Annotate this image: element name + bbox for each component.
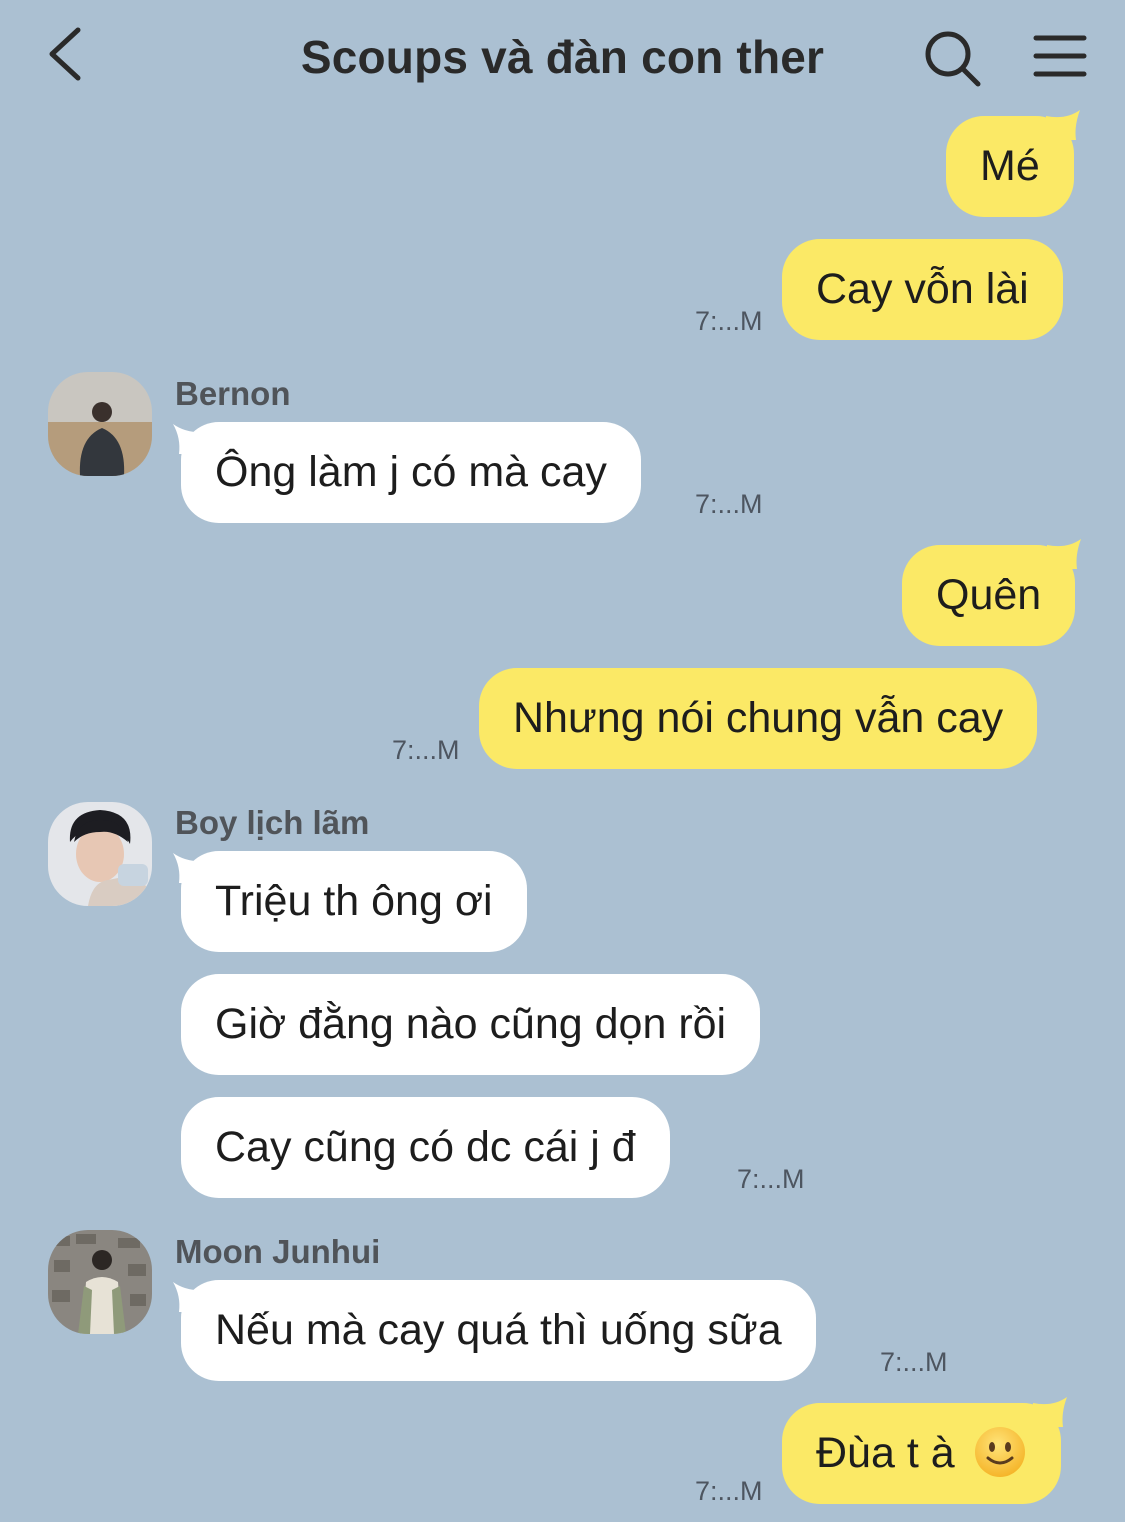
my-message-bubble[interactable]: Đùa t à <box>782 1397 1067 1504</box>
my-message-bubble[interactable]: Quên <box>902 539 1082 646</box>
bubble-tail <box>1045 110 1080 140</box>
my-message-bubble[interactable]: Mé <box>946 110 1080 217</box>
bubble-tail <box>173 1282 207 1312</box>
message-text: Nếu mà cay quá thì uống sữa <box>215 1306 782 1354</box>
message-timestamp: 7:...M <box>695 306 763 336</box>
sender-name: Moon Junhui <box>175 1233 381 1270</box>
message-text: Giờ đằng nào cũng dọn rồi <box>215 1000 727 1048</box>
back-button[interactable] <box>40 22 96 86</box>
bubble-tail <box>173 853 207 883</box>
message-timestamp: 7:...M <box>695 489 763 519</box>
their-message-bubble[interactable]: Giờ đằng nào cũng dọn rồi <box>181 974 761 1075</box>
message-timestamp: 7:...M <box>737 1164 805 1194</box>
avatar-image <box>48 802 152 906</box>
avatar-bernon[interactable] <box>48 372 152 476</box>
their-message-bubble[interactable]: Ông làm j có mà cay <box>173 422 641 523</box>
message-timestamp: 7:...M <box>392 735 460 765</box>
my-message-bubble[interactable]: Nhưng nói chung vẫn cay <box>479 668 1038 769</box>
message-text: Triệu th ông ơi <box>215 877 493 925</box>
message-text: Cay cũng có dc cái j đ <box>215 1123 636 1171</box>
chat-screen: Scoups và đàn con ther Mé Cay vỗn lài 7:… <box>0 0 1125 1522</box>
hamburger-menu-icon <box>1033 35 1087 77</box>
their-message-bubble[interactable]: Triệu th ông ơi <box>173 851 527 952</box>
message-text: Ông làm j có mà cay <box>215 448 607 496</box>
chevron-left-icon <box>49 27 81 81</box>
message-text: Mé <box>980 142 1040 190</box>
their-message-bubble[interactable]: Nếu mà cay quá thì uống sữa <box>173 1280 816 1381</box>
my-message-bubble[interactable]: Cay vỗn lài <box>782 239 1063 340</box>
message-text: Quên <box>936 571 1042 619</box>
message-text: Đùa t à <box>816 1429 955 1477</box>
chat-title: Scoups và đàn con ther <box>300 31 825 83</box>
message-text: Cay vỗn lài <box>816 265 1029 313</box>
avatar-image <box>48 372 152 476</box>
avatar-boy-lich-lam[interactable] <box>48 802 152 906</box>
search-icon <box>925 31 981 87</box>
bubble-tail <box>1047 539 1082 569</box>
sender-name: Bernon <box>175 375 291 412</box>
message-text: Nhưng nói chung vẫn cay <box>513 694 1004 742</box>
avatar-moon-junhui[interactable] <box>48 1230 152 1334</box>
their-message-bubble[interactable]: Cay cũng có dc cái j đ <box>181 1097 670 1198</box>
chat-header: Scoups và đàn con ther <box>0 0 1125 110</box>
message-timestamp: 7:...M <box>695 1476 763 1506</box>
sender-name: Boy lịch lãm <box>175 804 370 841</box>
bubble-tail <box>173 424 207 454</box>
menu-button[interactable] <box>1030 30 1090 82</box>
bubble-tail <box>1032 1397 1067 1427</box>
avatar-image <box>48 1230 152 1334</box>
message-timestamp: 7:...M <box>880 1347 948 1377</box>
slightly-smiling-face-icon <box>974 1426 1025 1477</box>
search-button[interactable] <box>920 26 984 90</box>
